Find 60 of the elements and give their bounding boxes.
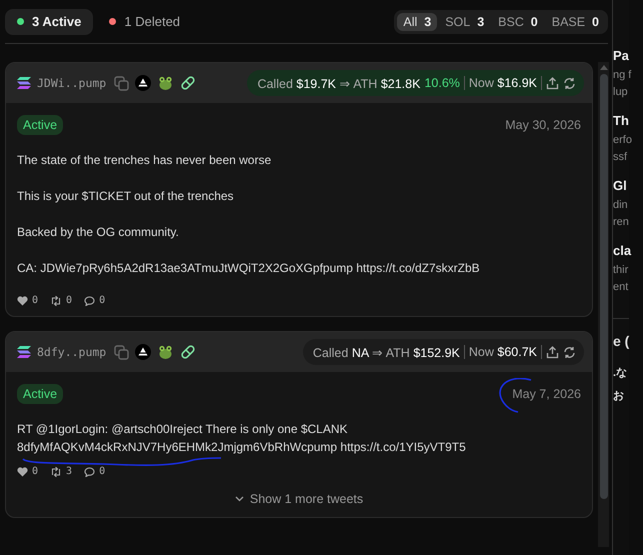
- tweet-text: Backed by the OG community.: [17, 224, 180, 241]
- side-panel-text: ent: [613, 280, 629, 295]
- tweet-text: This is your $TICKET out of the trenches: [17, 188, 235, 205]
- filter-tab[interactable]: 1 Deleted: [97, 8, 192, 34]
- stat-text: Now $16.9K: [468, 76, 537, 90]
- share-icon[interactable]: [546, 346, 559, 358]
- chain-tab[interactable]: BASE 0: [546, 12, 605, 30]
- side-panel-text: ren: [613, 215, 629, 230]
- chain-tab[interactable]: All 3: [397, 12, 438, 30]
- frog-icon[interactable]: [157, 74, 174, 92]
- side-panel-text: thir: [613, 263, 629, 278]
- side-panel-text: lup: [613, 85, 629, 100]
- tweet-date: May 7, 2026: [512, 387, 581, 401]
- gain-text: 10.6%: [424, 76, 460, 90]
- tweet-date: May 30, 2026: [505, 118, 581, 132]
- tweet-text: CA: JDWie7pRy6h5A2dR13ae3ATmuJtWQiT2X2GoXGpfpump https://t.co/dZ7skxrZbB: [17, 260, 481, 277]
- refresh-icon[interactable]: [563, 76, 576, 90]
- stat-text: Called $19.7K ⇒ ATH $21.8K: [257, 76, 420, 90]
- retweet-count: 0: [50, 295, 72, 306]
- side-panel-text: cla: [613, 243, 629, 258]
- pill-icon[interactable]: [180, 344, 196, 360]
- chevron-down-icon: [234, 496, 244, 502]
- frog-icon[interactable]: [157, 344, 174, 360]
- like-count: 0: [17, 466, 38, 477]
- stat-text: Called NA ⇒ ATH $152.9K: [312, 344, 460, 360]
- triangle-logo-icon[interactable]: [135, 344, 152, 360]
- status-badge: Active: [17, 115, 64, 135]
- triangle-logo-icon[interactable]: [135, 75, 152, 91]
- scrollbar[interactable]: [598, 62, 609, 547]
- filter-tab[interactable]: 3 Active: [5, 8, 94, 34]
- reply-count: 0: [84, 295, 106, 306]
- side-panel-text: Gl: [613, 178, 628, 193]
- like-count: 0: [17, 295, 38, 306]
- token-address: 8dfy..pump: [37, 345, 106, 359]
- chain-tab[interactable]: BSC 0: [492, 12, 544, 30]
- status-badge: Active: [17, 384, 64, 404]
- tweet-text: The state of the trenches has never been worse: [17, 152, 272, 169]
- side-panel-text: お: [613, 389, 625, 403]
- side-panel-text: ssf: [613, 150, 628, 165]
- solana-icon: [17, 346, 31, 358]
- tweet-text: RT @1IgorLogin: @artsch00Ireject There is only one $CLANK 8dfyMfAQKvM4ckRxNJV7Hy6EHMk2Jmjgm6VbRhWcpump https://t.co/1YI5yVT9T5: [17, 421, 467, 456]
- share-icon[interactable]: [546, 76, 559, 90]
- token-address: JDWi..pump: [37, 76, 106, 90]
- side-panel-text: Th: [613, 113, 629, 128]
- retweet-count: 3: [50, 466, 72, 477]
- solana-icon: [17, 77, 31, 89]
- side-panel-text: e (: [613, 333, 629, 349]
- reply-count: 0: [84, 466, 106, 477]
- show-more-button[interactable]: Show 1 more tweets: [228, 491, 370, 507]
- copy-icon[interactable]: [114, 344, 130, 360]
- refresh-icon[interactable]: [563, 346, 576, 358]
- chain-tab[interactable]: SOL 3: [439, 12, 490, 30]
- stat-text: Now $60.7K: [468, 345, 537, 359]
- side-panel-text: Pa: [613, 48, 629, 63]
- side-panel-text: ng f: [613, 68, 629, 83]
- side-panel-text: .な: [613, 366, 628, 380]
- copy-icon[interactable]: [114, 76, 130, 90]
- pill-icon[interactable]: [180, 75, 196, 91]
- side-panel-text: erfo: [613, 133, 629, 148]
- side-panel-text: din: [613, 198, 629, 213]
